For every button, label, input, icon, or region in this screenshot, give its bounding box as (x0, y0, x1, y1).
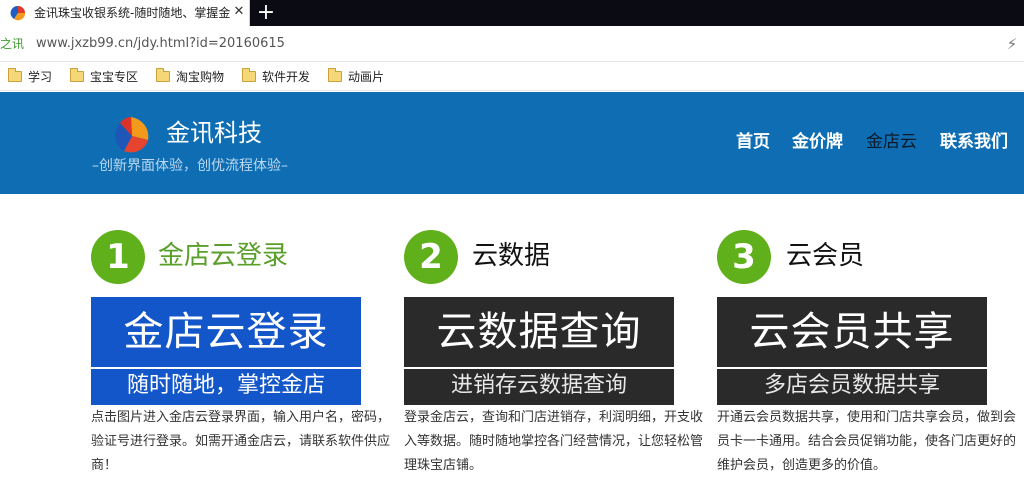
site-identity-badge[interactable]: 之讯 (0, 36, 24, 52)
folder-icon (8, 68, 22, 82)
lightning-icon[interactable]: ⚡ (1004, 35, 1020, 53)
nav-gold-store-cloud[interactable]: 金店云 (866, 130, 917, 154)
nav-gold-price-board[interactable]: 金价牌 (792, 130, 843, 154)
cloud-member-banner[interactable]: 云会员共享 多店会员数据共享 (717, 297, 987, 405)
nav-home[interactable]: 首页 (736, 130, 770, 154)
step-description: 开通云会员数据共享，使用和门店共享会员，做到会员卡一卡通用。结合会员促销功能，使… (717, 410, 1017, 473)
step-title: 云会员 (786, 241, 865, 271)
step-number-badge: 2 (404, 230, 458, 284)
browser-tab-strip: 金讯珠宝收银系统-随时随地、掌握金 ✕ + (0, 0, 1024, 26)
bookmark-label: 软件开发 (262, 70, 311, 84)
folder-icon (328, 68, 342, 82)
site-header: 金讯科技 –创新界面体验，创优流程体验– 首页 金价牌 金店云 联系我们 (0, 92, 1024, 194)
bookmark-folder[interactable]: 宝宝专区 (70, 68, 138, 86)
folder-icon (242, 68, 256, 82)
browser-tab[interactable]: 金讯珠宝收银系统-随时随地、掌握金 ✕ (0, 0, 250, 26)
banner-subline: 随时随地，掌控金店 (91, 367, 361, 405)
url-field[interactable]: www.jxzb99.cn/jdy.html?id=20160615 (36, 36, 285, 52)
banner-headline: 云会员共享 (717, 297, 987, 367)
bookmark-folder[interactable]: 学习 (8, 68, 52, 86)
brand-name: 金讯科技 (166, 119, 262, 147)
folder-icon (156, 68, 170, 82)
brand-slogan: –创新界面体验，创优流程体验– (92, 158, 288, 174)
bookmark-label: 淘宝购物 (176, 70, 225, 84)
bookmark-folder[interactable]: 淘宝购物 (156, 68, 224, 86)
bookmark-folder[interactable]: 软件开发 (242, 68, 310, 86)
banner-subline: 进销存云数据查询 (404, 367, 674, 405)
banner-headline: 金店云登录 (91, 297, 361, 367)
address-bar: 之讯 www.jxzb99.cn/jdy.html?id=20160615 ⚡ (0, 26, 1024, 62)
bookmark-label: 宝宝专区 (90, 70, 139, 84)
tab-title: 金讯珠宝收银系统-随时随地、掌握金 (34, 6, 230, 20)
banner-subline: 多店会员数据共享 (717, 367, 987, 405)
banner-headline: 云数据查询 (404, 297, 674, 367)
bookmark-label: 学习 (28, 70, 53, 84)
step-description: 登录金店云，查询和门店进销存，利润明细，开支收入等数据。随时随地掌控各门经营情况… (404, 410, 704, 473)
cloud-login-banner[interactable]: 金店云登录 随时随地，掌控金店 (91, 297, 361, 405)
company-logo-icon[interactable] (110, 114, 152, 156)
bookmarks-bar: 学习 宝宝专区 淘宝购物 软件开发 动画片 (0, 62, 1024, 91)
bookmark-folder[interactable]: 动画片 (328, 68, 384, 86)
step-description: 点击图片进入金店云登录界面，输入用户名，密码，验证号进行登录。如需开通金店云，请… (91, 410, 391, 473)
tab-close-icon[interactable]: ✕ (232, 4, 246, 20)
cloud-data-banner[interactable]: 云数据查询 进销存云数据查询 (404, 297, 674, 405)
new-tab-button[interactable]: + (254, 1, 278, 25)
step-title: 云数据 (472, 241, 551, 271)
nav-contact-us[interactable]: 联系我们 (940, 130, 1008, 154)
folder-icon (70, 68, 84, 82)
step-number-badge: 1 (91, 230, 145, 284)
bookmark-label: 动画片 (348, 70, 385, 84)
step-number-badge: 3 (717, 230, 771, 284)
step-title: 金店云登录 (158, 241, 289, 271)
site-favicon-icon (10, 5, 26, 21)
